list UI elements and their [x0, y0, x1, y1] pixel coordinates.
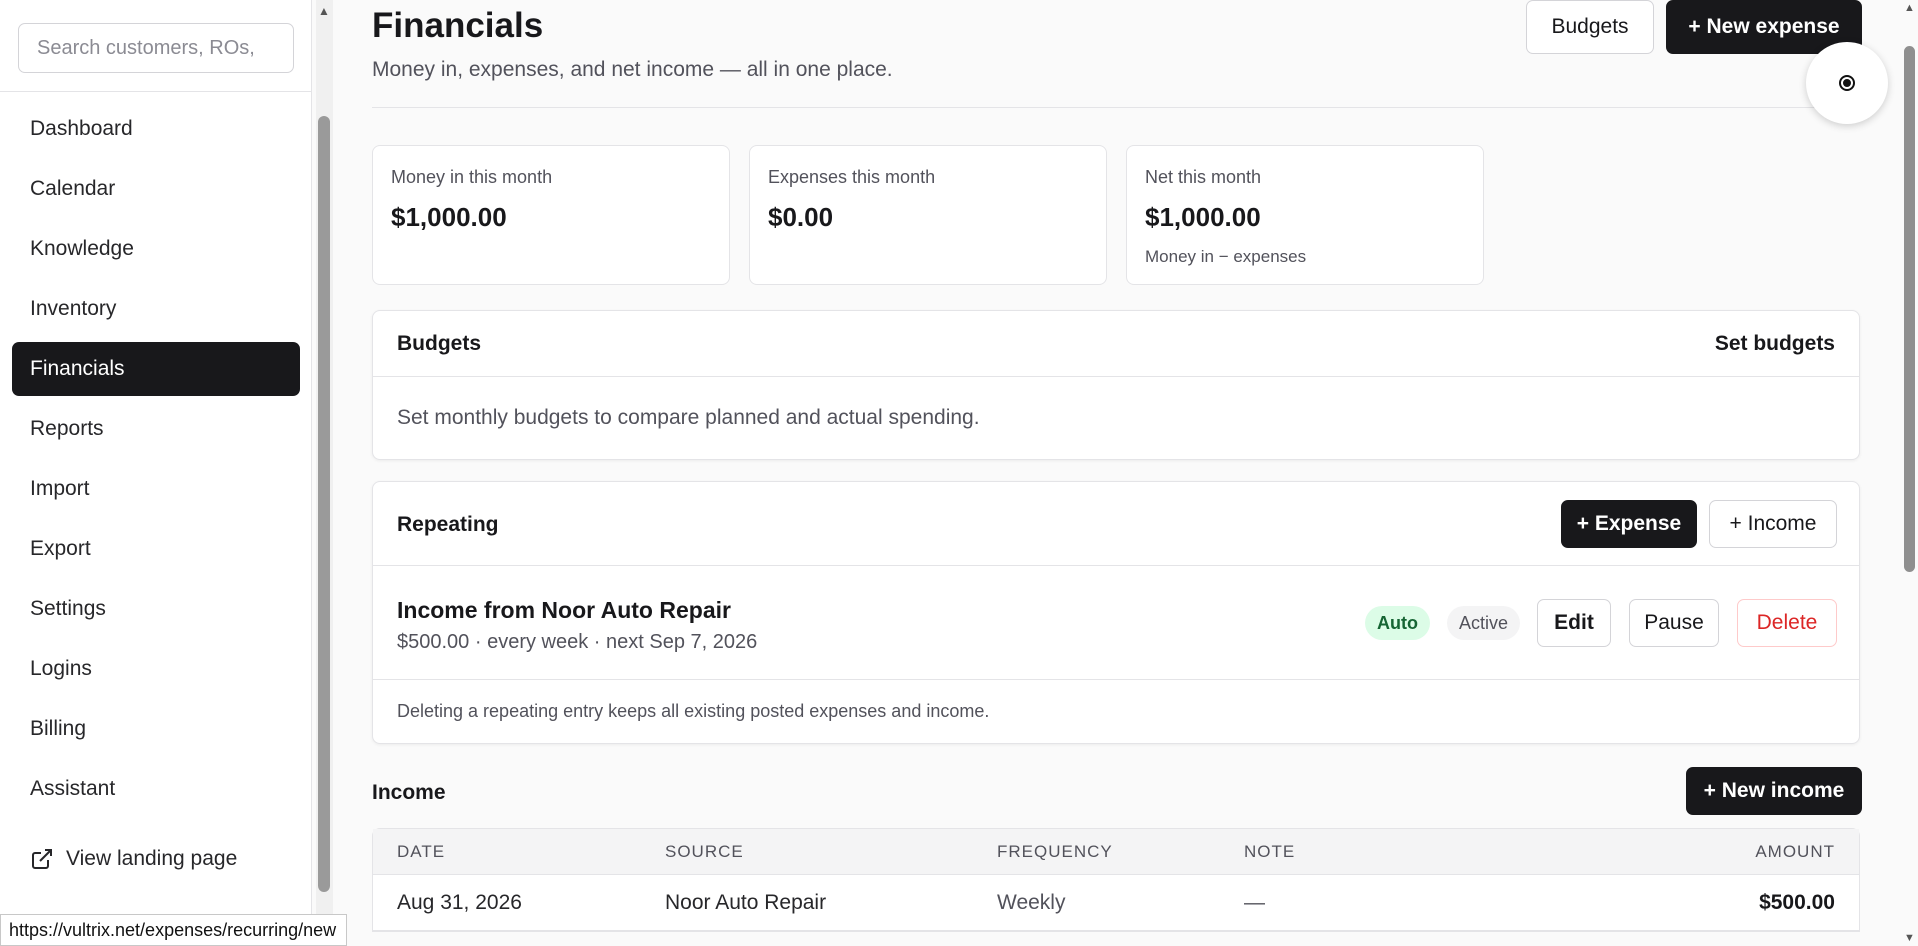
- edit-button[interactable]: Edit: [1537, 599, 1611, 647]
- column-header-note[interactable]: NOTE: [1244, 842, 1295, 862]
- sidebar-item-settings[interactable]: Settings: [12, 582, 300, 636]
- scroll-up-arrow-icon[interactable]: ▲: [318, 4, 330, 18]
- page-title: Financials: [372, 6, 544, 45]
- budgets-button[interactable]: Budgets: [1526, 0, 1654, 54]
- repeating-card: Repeating + Expense + Income Income from…: [372, 481, 1860, 744]
- sidebar-nav: Dashboard Calendar Knowledge Inventory F…: [12, 102, 300, 822]
- repeating-footnote: Deleting a repeating entry keeps all exi…: [397, 701, 990, 721]
- sidebar-item-export[interactable]: Export: [12, 522, 300, 576]
- stat-value: $0.00: [768, 202, 834, 232]
- new-income-button[interactable]: + New income: [1686, 767, 1862, 815]
- scroll-down-arrow-icon[interactable]: ▼: [1904, 932, 1915, 944]
- stat-value: $1,000.00: [1145, 202, 1261, 232]
- landing-link-label: View landing page: [66, 847, 238, 870]
- add-repeating-income-button[interactable]: + Income: [1709, 500, 1837, 548]
- stat-label: Expenses this month: [768, 167, 936, 187]
- auto-badge: Auto: [1365, 606, 1430, 640]
- main-scroll-thumb[interactable]: [1904, 46, 1915, 572]
- income-section-title: Income: [372, 781, 446, 804]
- repeating-entry-meta: $500.00 · every week · next Sep 7, 2026: [397, 631, 758, 653]
- sidebar-item-import[interactable]: Import: [12, 462, 300, 516]
- repeating-card-header: Repeating + Expense + Income: [373, 482, 1859, 566]
- page-subtitle: Money in, expenses, and net income — all…: [372, 58, 893, 81]
- cell-date: Aug 31, 2026: [397, 890, 522, 914]
- cell-frequency: Weekly: [997, 890, 1066, 914]
- main-scrollbar[interactable]: ▲ ▼: [1901, 0, 1918, 946]
- sidebar-item-dashboard[interactable]: Dashboard: [12, 102, 300, 156]
- sidebar-divider: [0, 91, 312, 92]
- sidebar-item-billing[interactable]: Billing: [12, 702, 300, 756]
- budgets-title: Budgets: [397, 332, 481, 355]
- add-repeating-expense-button[interactable]: + Expense: [1561, 500, 1697, 548]
- sidebar-item-logins[interactable]: Logins: [12, 642, 300, 696]
- set-budgets-link[interactable]: Set budgets: [1715, 332, 1835, 356]
- budgets-card-header: Budgets Set budgets: [373, 311, 1859, 377]
- table-header: DATE SOURCE FREQUENCY NOTE AMOUNT: [373, 829, 1859, 875]
- sidebar-item-financials[interactable]: Financials: [12, 342, 300, 396]
- stat-card-net: Net this month $1,000.00 Money in − expe…: [1126, 145, 1484, 285]
- stat-note: Money in − expenses: [1145, 247, 1307, 266]
- column-header-date[interactable]: DATE: [397, 842, 445, 862]
- stat-card-expenses: Expenses this month $0.00: [749, 145, 1107, 285]
- status-badge: Active: [1447, 606, 1521, 640]
- search-input[interactable]: [19, 24, 293, 72]
- repeating-title: Repeating: [397, 513, 499, 536]
- budgets-message: Set monthly budgets to compare planned a…: [397, 406, 980, 429]
- floating-record-button[interactable]: [1806, 42, 1888, 124]
- sidebar-item-assistant[interactable]: Assistant: [12, 762, 300, 816]
- sidebar-item-calendar[interactable]: Calendar: [12, 162, 300, 216]
- external-link-icon: [32, 849, 52, 869]
- stat-label: Net this month: [1145, 167, 1262, 187]
- search-box[interactable]: [18, 23, 294, 73]
- status-bar-url: https://vultrix.net/expenses/recurring/n…: [0, 914, 348, 946]
- budgets-card: Budgets Set budgets Set monthly budgets …: [372, 310, 1860, 460]
- sidebar: Dashboard Calendar Knowledge Inventory F…: [0, 0, 312, 946]
- repeating-entry-name: Income from Noor Auto Repair: [397, 597, 731, 623]
- repeating-entry: Income from Noor Auto Repair $500.00 · e…: [373, 566, 1859, 680]
- sidebar-item-inventory[interactable]: Inventory: [12, 282, 300, 336]
- sidebar-item-knowledge[interactable]: Knowledge: [12, 222, 300, 276]
- view-landing-page-link[interactable]: View landing page: [30, 847, 237, 871]
- column-header-amount[interactable]: AMOUNT: [1755, 842, 1835, 862]
- header-divider: [372, 107, 1860, 108]
- cell-note: —: [1244, 890, 1265, 914]
- cell-amount: $500.00: [1759, 890, 1835, 914]
- table-row[interactable]: Aug 31, 2026 Noor Auto Repair Weekly — $…: [373, 875, 1859, 931]
- column-header-frequency[interactable]: FREQUENCY: [997, 842, 1113, 862]
- sidebar-item-reports[interactable]: Reports: [12, 402, 300, 456]
- pause-button[interactable]: Pause: [1629, 599, 1719, 647]
- sidebar-scrollbar[interactable]: ▲: [316, 0, 333, 946]
- delete-button[interactable]: Delete: [1737, 599, 1837, 647]
- column-header-source[interactable]: SOURCE: [665, 842, 744, 862]
- sidebar-scroll-thumb[interactable]: [318, 116, 330, 892]
- stat-card-money-in: Money in this month $1,000.00: [372, 145, 730, 285]
- stat-value: $1,000.00: [391, 202, 507, 232]
- record-dot-icon: [1841, 77, 1853, 89]
- income-table: DATE SOURCE FREQUENCY NOTE AMOUNT Aug 31…: [372, 828, 1860, 932]
- stat-label: Money in this month: [391, 167, 553, 187]
- cell-source: Noor Auto Repair: [665, 890, 827, 914]
- scroll-up-arrow-icon[interactable]: ▲: [1904, 2, 1915, 14]
